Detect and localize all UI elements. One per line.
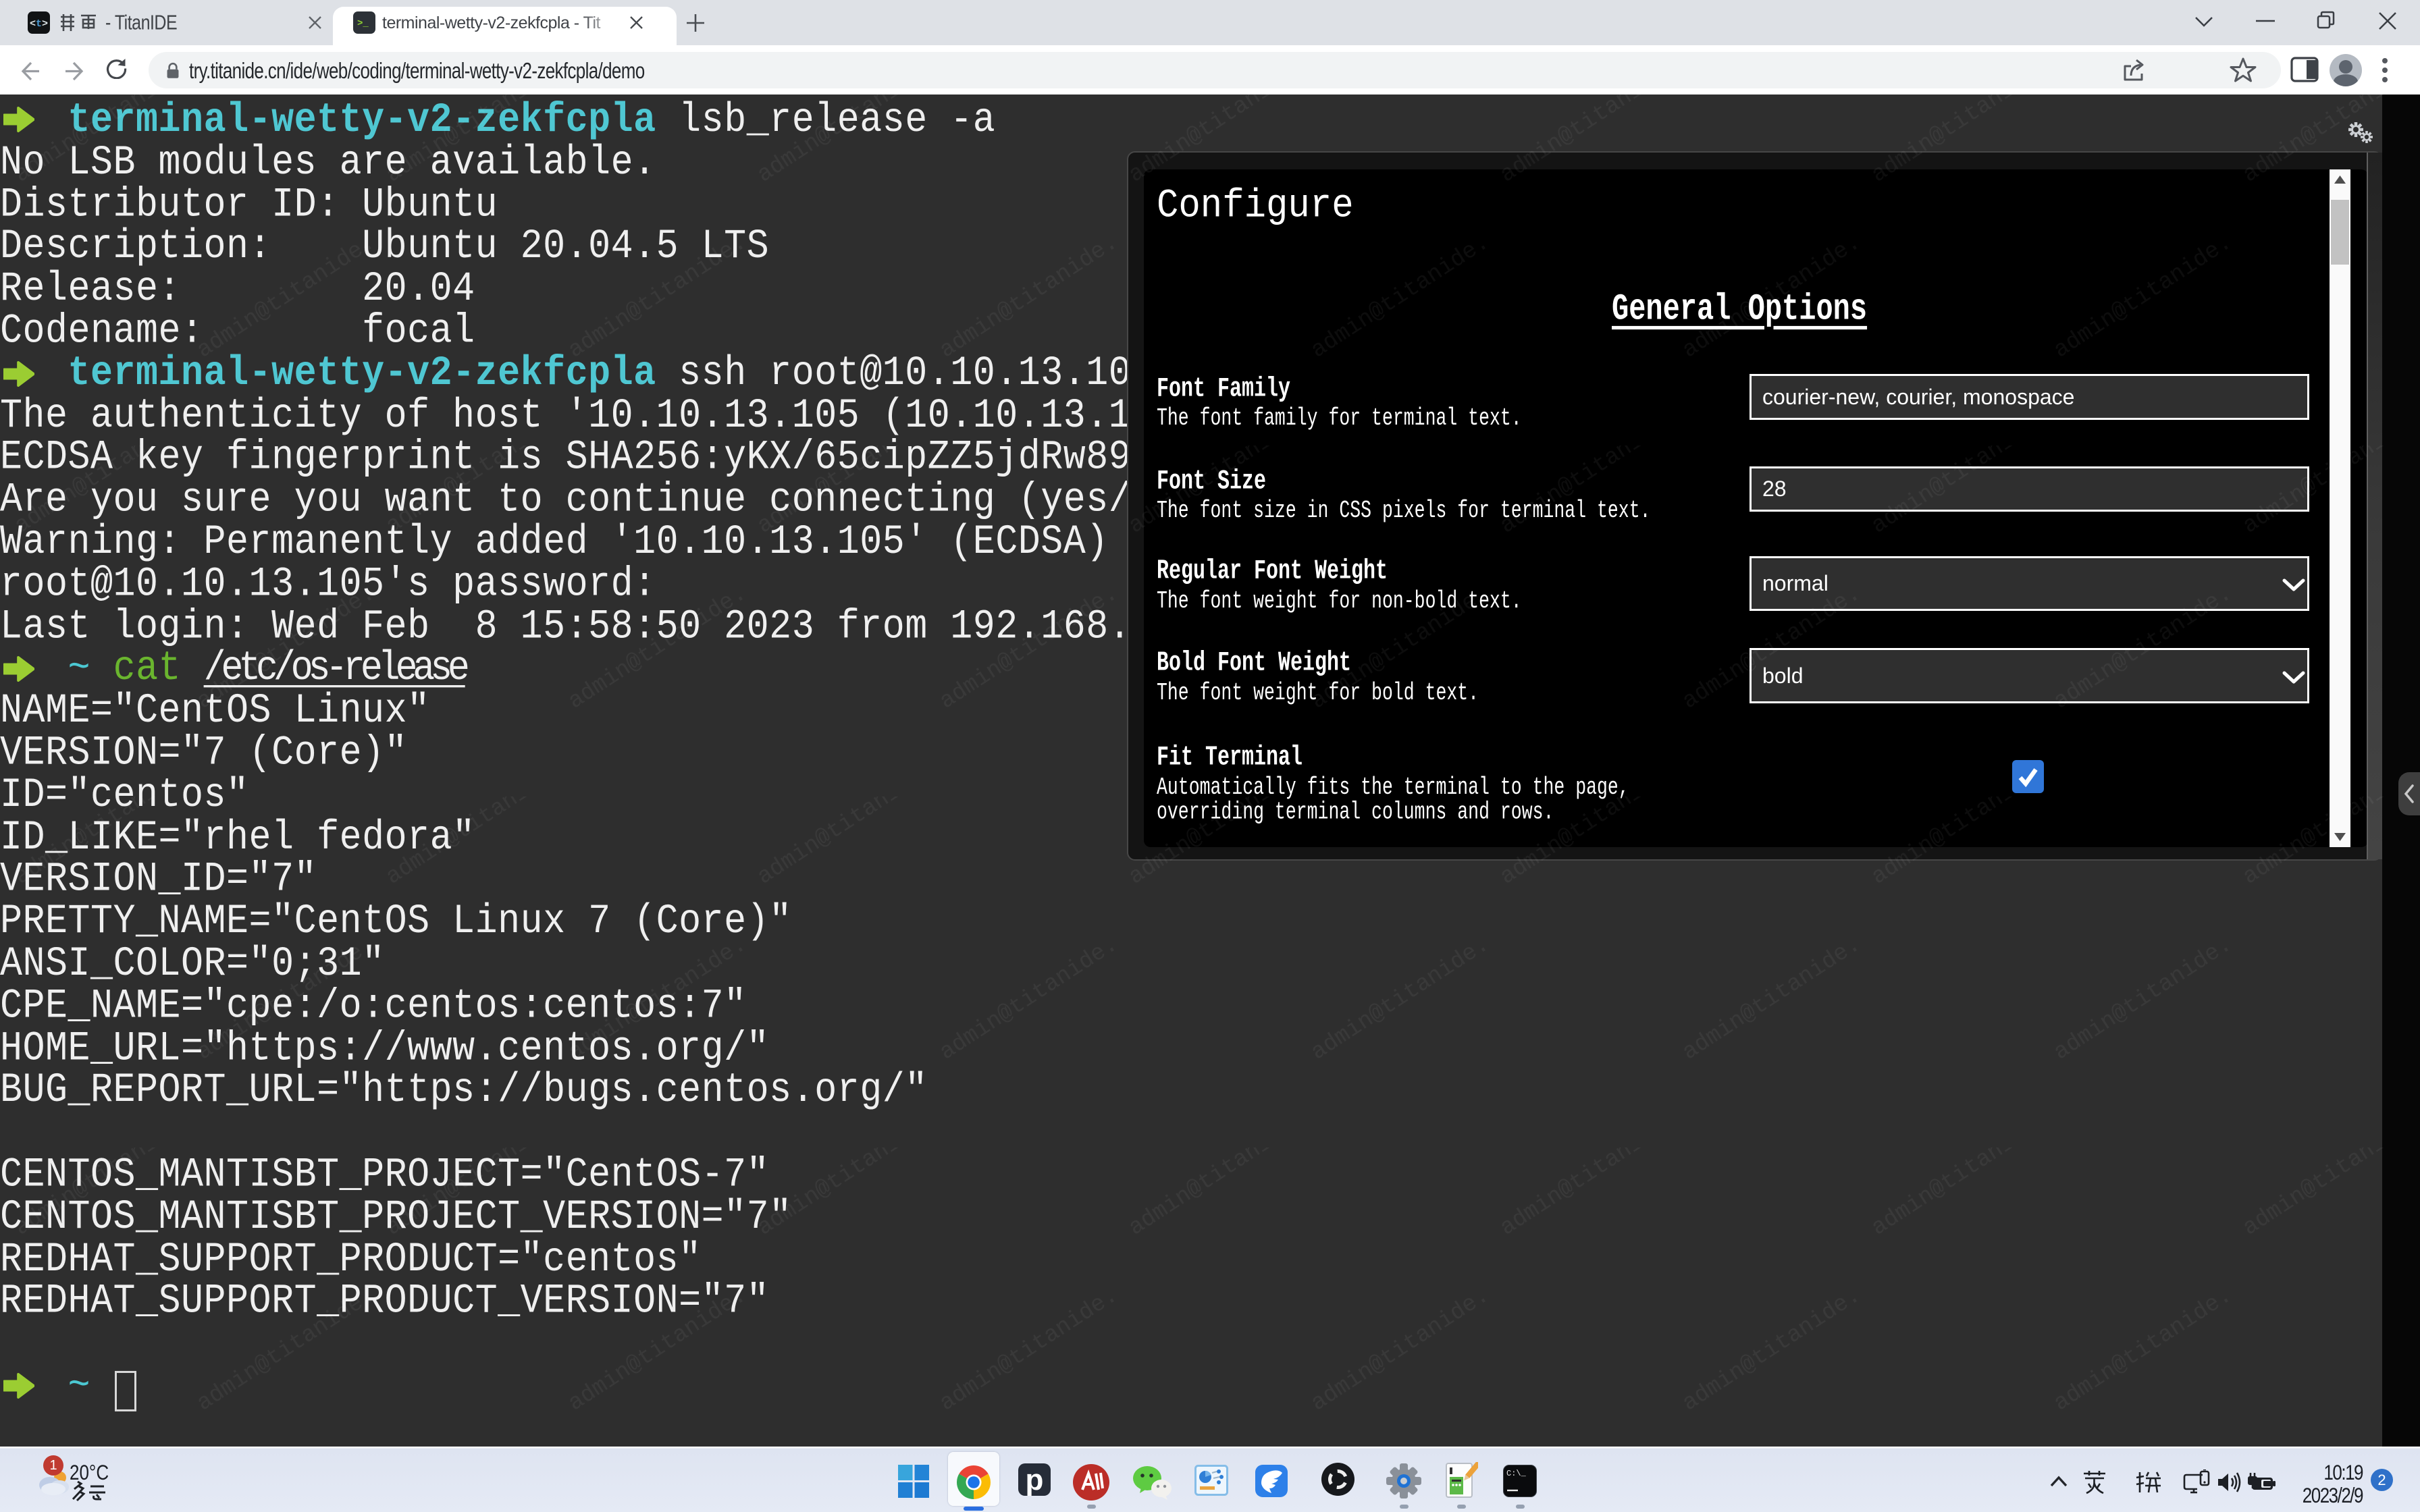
svg-text:>_: >_	[357, 18, 369, 29]
svg-text:<t>: <t>	[30, 18, 48, 30]
svg-text:C:\_: C:\_	[1506, 1469, 1527, 1478]
